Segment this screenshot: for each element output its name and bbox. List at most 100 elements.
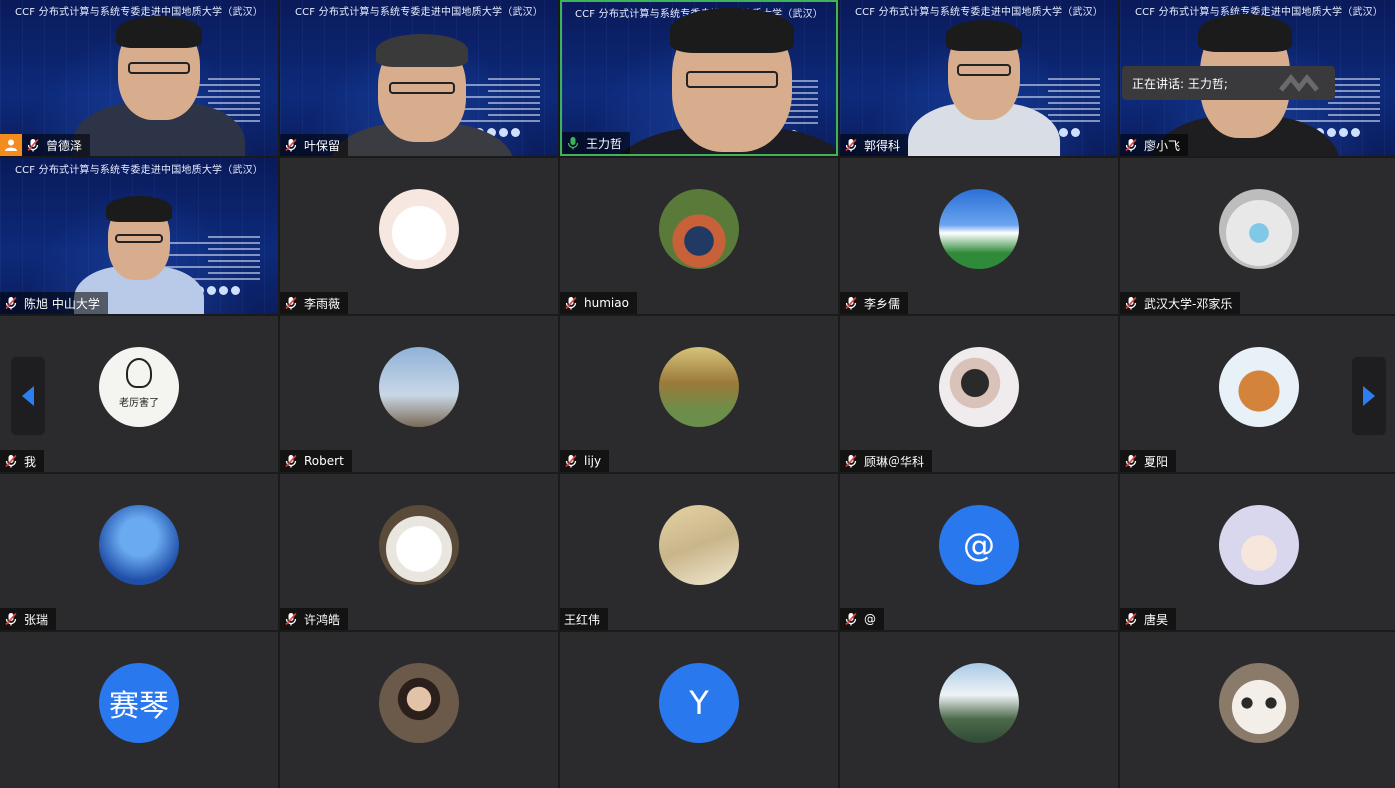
mic-muted-icon xyxy=(564,296,578,310)
participant-tile[interactable] xyxy=(1120,632,1395,788)
prev-page-button[interactable] xyxy=(11,357,45,435)
mic-muted-icon xyxy=(844,296,858,310)
participant-name-label: lijy xyxy=(560,450,610,472)
mic-muted-icon xyxy=(284,612,298,626)
mic-muted-icon xyxy=(1124,296,1138,310)
participant-name: lijy xyxy=(584,454,602,468)
mic-muted-icon xyxy=(844,612,858,626)
participant-name-label: @ xyxy=(840,608,884,630)
mic-muted-icon xyxy=(844,454,858,468)
participant-avatar xyxy=(659,189,739,269)
participant-tile[interactable]: @ @ xyxy=(840,474,1118,630)
participant-avatar xyxy=(939,347,1019,427)
participant-avatar xyxy=(1219,663,1299,743)
participant-avatar xyxy=(659,347,739,427)
participant-video xyxy=(0,0,278,156)
mic-muted-icon xyxy=(1124,454,1138,468)
arrow-right-icon xyxy=(1363,386,1375,406)
participant-name: 李雨薇 xyxy=(304,296,341,311)
participant-tile[interactable]: 张瑞 xyxy=(0,474,278,630)
participant-avatar xyxy=(379,189,459,269)
participant-tile[interactable]: 李乡儒 xyxy=(840,158,1118,314)
participant-name-label: 廖小飞 xyxy=(1120,134,1189,156)
participant-tile[interactable]: 顾琳＠华科 xyxy=(840,316,1118,472)
participant-tile[interactable]: Y xyxy=(560,632,838,788)
bunny-icon xyxy=(126,357,152,388)
mic-muted-icon xyxy=(844,138,858,152)
participant-name-label: 顾琳＠华科 xyxy=(840,450,933,472)
participant-avatar xyxy=(99,505,179,585)
participant-avatar: 老厉害了 xyxy=(99,347,179,427)
participant-tile[interactable]: CCF 分布式计算与系统专委走进中国地质大学（武汉） 曾德泽 xyxy=(0,0,278,156)
participant-name-label: 王力哲 xyxy=(562,132,631,154)
participant-video xyxy=(0,158,278,314)
participant-name-label: 郭得科 xyxy=(840,134,909,156)
participant-tile[interactable]: CCF 分布式计算与系统专委走进中国地质大学（武汉）王力哲 xyxy=(560,0,838,156)
participant-avatar xyxy=(939,189,1019,269)
participant-name-label: humiao xyxy=(560,292,637,314)
avatar-sticker-text: 老厉害了 xyxy=(119,397,159,409)
mic-muted-icon xyxy=(564,454,578,468)
participant-name-label: 李乡儒 xyxy=(840,292,909,314)
participant-tile[interactable]: 李雨薇 xyxy=(280,158,558,314)
participant-name: 叶保留 xyxy=(304,138,341,153)
participant-video xyxy=(280,0,558,156)
participant-tile[interactable]: Robert xyxy=(280,316,558,472)
mic-muted-icon xyxy=(284,296,298,310)
participant-name: 王红伟 xyxy=(564,612,601,627)
person-icon xyxy=(5,139,17,151)
participant-name: 顾琳＠华科 xyxy=(864,454,925,469)
participant-name-label: 王红伟 xyxy=(560,608,609,630)
participant-avatar xyxy=(939,663,1019,743)
participant-tile[interactable]: CCF 分布式计算与系统专委走进中国地质大学（武汉） 叶保留 xyxy=(280,0,558,156)
participant-tile[interactable]: CCF 分布式计算与系统专委走进中国地质大学（武汉） 郭得科 xyxy=(840,0,1118,156)
participant-name: @ xyxy=(864,612,876,626)
mic-muted-icon xyxy=(4,454,18,468)
participant-tile[interactable]: 武汉大学-邓家乐 xyxy=(1120,158,1395,314)
participant-name-label: 许鸿皓 xyxy=(280,608,349,630)
host-badge xyxy=(0,134,22,156)
mic-muted-icon xyxy=(4,296,18,310)
participant-name: humiao xyxy=(584,296,629,310)
participant-tile[interactable] xyxy=(840,632,1118,788)
participant-avatar: 赛琴 xyxy=(99,663,179,743)
participant-tile[interactable]: humiao xyxy=(560,158,838,314)
participant-avatar xyxy=(379,347,459,427)
participant-name-label: 陈旭 中山大学 xyxy=(0,292,108,314)
participant-name-label: 夏阳 xyxy=(1120,450,1177,472)
participant-tile[interactable]: 赛琴 xyxy=(0,632,278,788)
participant-avatar xyxy=(1219,347,1299,427)
participant-tile[interactable] xyxy=(280,632,558,788)
participant-tile[interactable]: 唐昊 xyxy=(1120,474,1395,630)
next-page-button[interactable] xyxy=(1352,357,1386,435)
participant-name-label: 武汉大学-邓家乐 xyxy=(1120,292,1241,314)
participant-name: 武汉大学-邓家乐 xyxy=(1144,296,1233,311)
participant-name: 郭得科 xyxy=(864,138,901,153)
mic-muted-icon xyxy=(26,138,40,152)
participant-name-label: 唐昊 xyxy=(1120,608,1177,630)
active-speaker-text: 正在讲话: 王力哲; xyxy=(1132,76,1228,91)
participant-video xyxy=(840,0,1118,156)
participant-avatar xyxy=(1219,189,1299,269)
participant-name-label: 张瑞 xyxy=(0,608,57,630)
mic-muted-icon xyxy=(1124,612,1138,626)
mic-muted-icon xyxy=(284,138,298,152)
participant-name: 陈旭 中山大学 xyxy=(24,296,100,311)
participant-tile[interactable]: CCF 分布式计算与系统专委走进中国地质大学（武汉） 陈旭 中山大学 xyxy=(0,158,278,314)
mic-muted-icon xyxy=(4,612,18,626)
participant-name: Robert xyxy=(304,454,344,468)
participant-name: 张瑞 xyxy=(24,612,49,627)
participant-avatar xyxy=(379,505,459,585)
participant-tile[interactable]: lijy xyxy=(560,316,838,472)
participant-name: 李乡儒 xyxy=(864,296,901,311)
participant-name: 王力哲 xyxy=(586,136,623,151)
participant-name: 夏阳 xyxy=(1144,454,1169,469)
participant-avatar xyxy=(659,505,739,585)
participant-avatar xyxy=(379,663,459,743)
participant-name-label: Robert xyxy=(280,450,352,472)
participant-name: 唐昊 xyxy=(1144,612,1169,627)
participant-tile[interactable]: 许鸿皓 xyxy=(280,474,558,630)
participant-name: 曾德泽 xyxy=(46,138,83,153)
mic-active-icon xyxy=(566,136,580,150)
participant-tile[interactable]: 王红伟 xyxy=(560,474,838,630)
